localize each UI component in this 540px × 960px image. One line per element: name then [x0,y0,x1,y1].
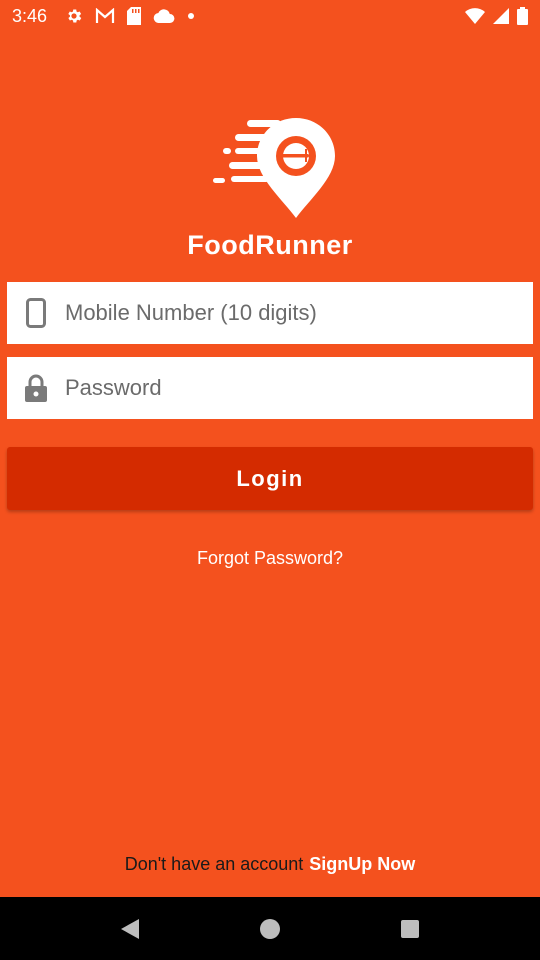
dot-icon [187,12,195,20]
gear-icon [65,7,83,25]
food-runner-logo-icon [213,118,335,218]
system-nav-bar [0,897,540,960]
cloud-icon [153,9,175,23]
login-button[interactable]: Login [7,447,533,510]
status-left: 3:46 [12,6,195,27]
home-circle-icon [260,918,280,939]
signal-icon [493,8,509,24]
signup-prompt: Don't have an account [124,854,304,874]
forgot-password-link[interactable]: Forgot Password? [0,548,540,569]
back-triangle-icon [121,918,139,939]
nav-home-button[interactable] [240,899,300,959]
nav-back-button[interactable] [100,899,160,959]
password-input[interactable] [65,357,533,419]
wifi-icon [465,8,485,24]
smartphone-icon [7,298,65,328]
battery-icon [517,7,528,25]
mobile-number-input[interactable] [65,282,533,344]
lock-icon [7,374,65,402]
password-field[interactable] [7,357,533,419]
gmail-icon [95,8,115,24]
mobile-number-field[interactable] [7,282,533,344]
signup-row: Don't have an account SignUp Now [0,854,540,875]
sd-card-icon [127,7,142,25]
recents-square-icon [401,919,419,938]
signup-link[interactable]: SignUp Now [309,854,415,874]
nav-recents-button[interactable] [380,899,440,959]
app-logo: FoodRunner [0,112,540,262]
status-bar: 3:46 [0,0,540,32]
app-name: FoodRunner [187,230,353,260]
status-time: 3:46 [12,5,48,26]
status-right [465,7,528,25]
